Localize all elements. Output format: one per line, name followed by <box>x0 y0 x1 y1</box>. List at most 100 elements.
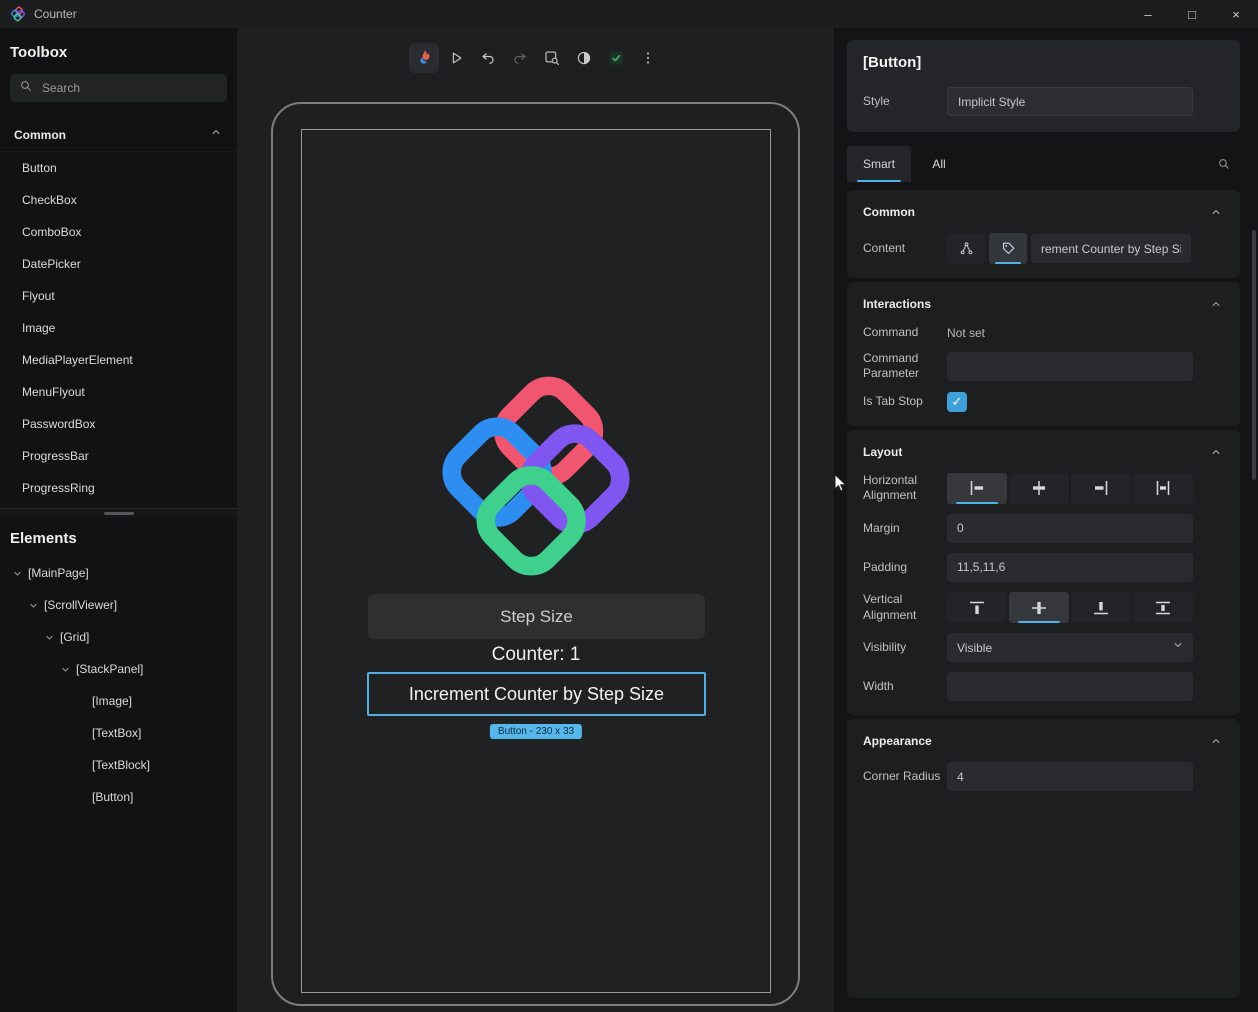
chevron-down-icon[interactable] <box>10 566 24 580</box>
inspector-tab[interactable]: Smart <box>847 146 912 182</box>
play-icon[interactable] <box>441 43 471 73</box>
tree-item-label: [Image] <box>92 694 133 708</box>
hot-reload-flame-icon[interactable] <box>408 43 439 73</box>
vertical-alignment-group <box>947 592 1193 624</box>
tree-item-label: [TextBox] <box>92 726 142 740</box>
toolbox-item[interactable]: CheckBox <box>0 184 237 216</box>
tree-item-label: [Button] <box>92 790 134 804</box>
align-vertical-bottom-icon[interactable] <box>1071 592 1131 624</box>
chevron-down-icon[interactable] <box>42 630 56 644</box>
margin-input[interactable] <box>947 513 1193 543</box>
tree-item[interactable]: [ScrollViewer] <box>0 589 237 621</box>
toolbox-item[interactable]: ComboBox <box>0 216 237 248</box>
visibility-select[interactable]: Visible <box>947 633 1193 663</box>
command-parameter-input[interactable] <box>947 351 1193 381</box>
padding-label: Padding <box>863 559 908 574</box>
padding-input[interactable] <box>947 552 1193 582</box>
chevron-down-icon[interactable] <box>58 662 72 676</box>
chevron-down-icon[interactable] <box>26 598 40 612</box>
step-size-textbox[interactable] <box>368 594 705 639</box>
tree-item-label: [Grid] <box>60 630 90 644</box>
tree-item[interactable]: [TextBox] <box>0 717 237 749</box>
window-title: Counter <box>34 7 77 21</box>
more-icon[interactable] <box>633 43 663 73</box>
inspector-tabs-row: Smart All <box>847 146 1238 182</box>
inspector-tab[interactable]: All <box>911 146 967 182</box>
tree-item[interactable]: [StackPanel] <box>0 653 237 685</box>
tree-item[interactable]: [Image] <box>0 685 237 717</box>
style-input[interactable] <box>947 87 1193 116</box>
align-horizontal-center-icon[interactable] <box>1009 472 1069 504</box>
toolbox-item[interactable]: Button <box>0 152 237 184</box>
redo-icon[interactable] <box>505 43 535 73</box>
binding-icon[interactable] <box>947 233 985 264</box>
command-value[interactable]: Not set <box>947 326 985 340</box>
inspector-tabs: Smart All <box>847 146 967 182</box>
sidebar-splitter[interactable] <box>0 508 237 518</box>
undo-icon[interactable] <box>473 43 503 73</box>
align-horizontal-right-icon[interactable] <box>1071 472 1131 504</box>
interactions-section: Interactions Command Not set Command Par… <box>847 282 1240 426</box>
toolbox-search[interactable] <box>10 74 227 102</box>
corner-radius-label: Corner Radius <box>863 768 941 783</box>
toolbox-item[interactable]: Image <box>0 312 237 344</box>
toolbox-item[interactable]: MenuFlyout <box>0 376 237 408</box>
toolbox-item[interactable]: MediaPlayerElement <box>0 344 237 376</box>
align-vertical-center-icon[interactable] <box>1009 592 1069 624</box>
tag-icon[interactable] <box>989 233 1027 264</box>
toolbox-group-common[interactable]: Common <box>0 118 237 152</box>
device-frame: Counter: 1 Increment Counter by Step Siz… <box>271 102 800 1006</box>
window-controls: – □ × <box>1126 0 1258 28</box>
toolbox-item[interactable]: ProgressBar <box>0 440 237 472</box>
width-input[interactable] <box>947 672 1193 702</box>
design-canvas: Counter: 1 Increment Counter by Step Siz… <box>237 28 834 1012</box>
selection-size-badge: Button - 230 x 33 <box>489 724 583 739</box>
increment-button[interactable]: Increment Counter by Step Size <box>367 672 706 716</box>
align-vertical-top-icon[interactable] <box>947 592 1007 624</box>
splitter-handle-icon[interactable] <box>103 512 134 515</box>
inspect-icon[interactable] <box>537 43 567 73</box>
tree-item[interactable]: [Button] <box>0 781 237 813</box>
horizontal-alignment-group <box>947 472 1193 504</box>
theme-icon[interactable] <box>569 43 599 73</box>
tree-item-label: [StackPanel] <box>76 662 144 676</box>
toolbox-item[interactable]: DatePicker <box>0 248 237 280</box>
corner-radius-input[interactable] <box>947 762 1193 792</box>
chevron-down-icon <box>1171 638 1185 657</box>
inspector-scrollbar[interactable] <box>1252 230 1256 480</box>
elements-title: Elements <box>10 530 77 547</box>
toolbox-item[interactable]: Flyout <box>0 280 237 312</box>
selection-header-card: [Button] Style <box>847 40 1240 132</box>
toolbox-item[interactable]: PasswordBox <box>0 408 237 440</box>
close-button[interactable]: × <box>1214 0 1258 28</box>
content-input[interactable] <box>1031 234 1191 263</box>
content-label: Content <box>863 240 906 255</box>
layout-section: Layout Horizontal Alignment Margin Paddi… <box>847 429 1240 716</box>
align-horizontal-left-icon[interactable] <box>947 472 1007 504</box>
common-section-title: Common <box>863 205 915 219</box>
is-tab-stop-checkbox[interactable]: ✓ <box>947 391 967 412</box>
uno-logo <box>429 370 643 584</box>
toolbox-item[interactable]: ProgressRing <box>0 472 237 504</box>
style-label: Style <box>863 93 890 108</box>
status-check-icon[interactable] <box>601 43 631 73</box>
chevron-up-icon[interactable] <box>1206 731 1226 751</box>
device-screen: Counter: 1 Increment Counter by Step Siz… <box>301 129 771 993</box>
maximize-button[interactable]: □ <box>1170 0 1214 28</box>
toolbox-search-input[interactable] <box>42 81 219 95</box>
common-section: Common Content <box>847 190 1240 278</box>
align-vertical-stretch-icon[interactable] <box>1133 592 1193 624</box>
appearance-section-title: Appearance <box>863 734 932 749</box>
chevron-up-icon <box>209 125 223 144</box>
chevron-up-icon[interactable] <box>1206 202 1226 222</box>
command-parameter-label: Command Parameter <box>863 350 920 381</box>
minimize-button[interactable]: – <box>1126 0 1170 28</box>
chevron-up-icon[interactable] <box>1206 294 1226 314</box>
tree-item[interactable]: [MainPage] <box>0 557 237 589</box>
search-icon[interactable] <box>1210 150 1238 178</box>
tree-item[interactable]: [Grid] <box>0 621 237 653</box>
align-horizontal-stretch-icon[interactable] <box>1133 472 1193 504</box>
tree-item[interactable]: [TextBlock] <box>0 749 237 781</box>
elements-panel: Elements [MainPage] [ScrollViewer] [Grid… <box>0 518 237 1012</box>
chevron-up-icon[interactable] <box>1206 442 1226 462</box>
